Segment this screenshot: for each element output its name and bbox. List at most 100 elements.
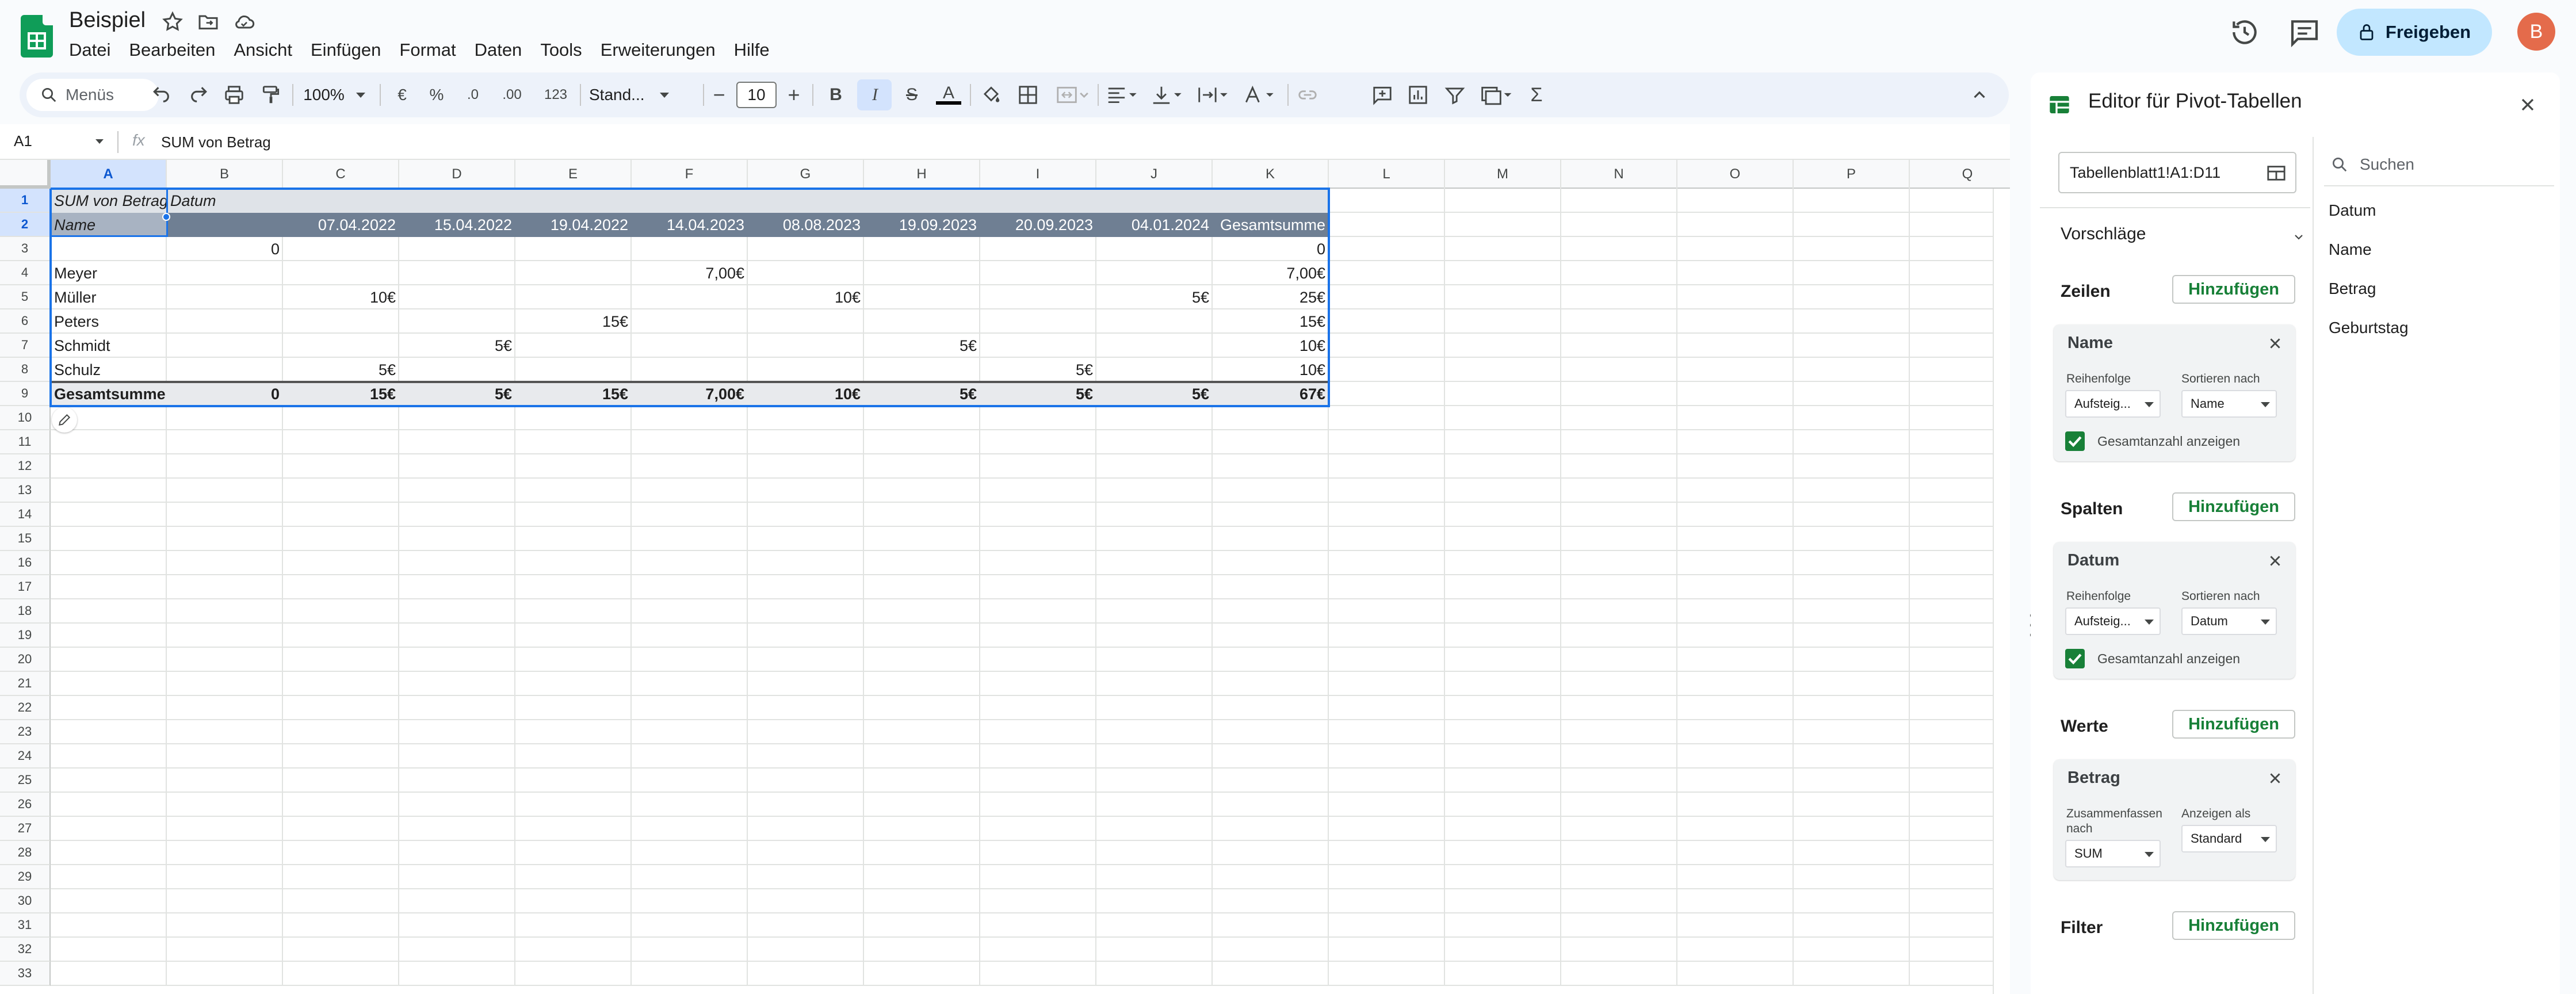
cloud-status-icon[interactable] (232, 10, 255, 33)
row-header-19[interactable]: 19 (0, 624, 51, 648)
suggestions-toggle[interactable]: Vorschläge (2061, 224, 2146, 244)
search-menus-input[interactable]: Menüs (26, 79, 159, 111)
column-order-select[interactable]: Aufsteig... (2065, 607, 2161, 635)
row-header-24[interactable]: 24 (0, 744, 51, 769)
field-item-geburtstag[interactable]: Geburtstag (2329, 319, 2409, 337)
row-header-25[interactable]: 25 (0, 769, 51, 793)
close-icon[interactable] (2517, 94, 2538, 115)
column-header-a[interactable]: A (51, 160, 167, 189)
select-range-icon[interactable] (2267, 165, 2286, 182)
remove-row-field-icon[interactable] (2268, 336, 2283, 351)
column-header-e[interactable]: E (515, 160, 632, 189)
print-icon[interactable] (223, 84, 245, 106)
column-header-o[interactable]: O (1677, 160, 1794, 189)
row-header-26[interactable]: 26 (0, 793, 51, 817)
vertical-scrollbar[interactable] (1993, 189, 2010, 994)
row-order-select[interactable]: Aufsteig... (2065, 390, 2161, 418)
field-item-name[interactable]: Name (2329, 240, 2372, 259)
field-item-datum[interactable]: Datum (2329, 201, 2376, 220)
format-currency-button[interactable]: € (388, 72, 416, 117)
row-header-28[interactable]: 28 (0, 841, 51, 865)
menu-format[interactable]: Format (390, 38, 465, 62)
chevron-up-icon[interactable] (1970, 85, 1989, 105)
insert-chart-icon[interactable] (1407, 84, 1429, 106)
column-header-f[interactable]: F (632, 160, 748, 189)
increase-font-size-button[interactable]: + (782, 72, 805, 117)
row-header-13[interactable]: 13 (0, 479, 51, 503)
row-show-totals-checkbox[interactable] (2065, 431, 2085, 451)
decrease-font-size-button[interactable]: − (708, 72, 731, 117)
bold-button[interactable]: B (821, 72, 850, 117)
row-header-17[interactable]: 17 (0, 575, 51, 599)
menu-einfuegen[interactable]: Einfügen (301, 38, 390, 62)
filter-views-icon[interactable] (1478, 84, 1515, 106)
column-header-q[interactable]: Q (1910, 160, 2010, 189)
row-header-21[interactable]: 21 (0, 672, 51, 696)
column-header-d[interactable]: D (399, 160, 515, 189)
menu-hilfe[interactable]: Hilfe (725, 38, 779, 62)
column-sort-select[interactable]: Datum (2181, 607, 2277, 635)
column-header-n[interactable]: N (1561, 160, 1677, 189)
row-header-33[interactable]: 33 (0, 962, 51, 986)
add-value-button[interactable]: Hinzufügen (2172, 710, 2295, 739)
row-header-14[interactable]: 14 (0, 503, 51, 527)
format-percent-button[interactable]: % (422, 72, 451, 117)
add-column-button[interactable]: Hinzufügen (2172, 492, 2295, 521)
functions-button[interactable]: Σ (1522, 72, 1551, 117)
avatar[interactable]: B (2517, 13, 2555, 51)
value-show-as-select[interactable]: Standard (2181, 825, 2277, 852)
italic-button[interactable]: I (861, 72, 889, 117)
increase-decimals-button[interactable]: .00 (495, 72, 529, 117)
column-header-b[interactable]: B (167, 160, 283, 189)
zoom-select[interactable]: 100% (297, 72, 372, 117)
formula-input[interactable]: SUM von Betrag (161, 133, 271, 151)
column-header-l[interactable]: L (1329, 160, 1445, 189)
menu-bearbeiten[interactable]: Bearbeiten (120, 38, 224, 62)
share-button[interactable]: Freigeben (2337, 9, 2492, 56)
column-header-h[interactable]: H (864, 160, 980, 189)
row-header-29[interactable]: 29 (0, 865, 51, 889)
row-header-18[interactable]: 18 (0, 599, 51, 624)
decrease-decimals-button[interactable]: .0 (457, 72, 489, 117)
menu-datei[interactable]: Datei (69, 38, 120, 62)
row-header-3[interactable]: 3 (0, 237, 51, 261)
menu-tools[interactable]: Tools (531, 38, 591, 62)
text-rotation-icon[interactable] (1243, 84, 1277, 106)
value-summarize-select[interactable]: SUM (2065, 840, 2161, 867)
row-header-27[interactable]: 27 (0, 817, 51, 841)
chevron-down-icon[interactable] (95, 139, 104, 144)
spreadsheet-grid[interactable]: ABCDEFGHIJKLMNOPQ 1 2 3 4 5 6 7 8 9 10 11 12 13 14 15 1… (0, 160, 2010, 994)
field-search-input[interactable]: Suchen (2324, 144, 2554, 186)
row-header-5[interactable]: 5 (0, 285, 51, 309)
name-box[interactable]: A1 (14, 132, 32, 150)
row-header-12[interactable]: 12 (0, 454, 51, 479)
strikethrough-button[interactable]: S (897, 72, 926, 117)
column-header-p[interactable]: P (1794, 160, 1910, 189)
column-header-j[interactable]: J (1096, 160, 1213, 189)
add-filter-button[interactable]: Hinzufügen (2172, 911, 2295, 940)
data-range-input[interactable]: Tabellenblatt1!A1:D11 (2058, 152, 2296, 193)
column-header-i[interactable]: I (980, 160, 1096, 189)
column-show-totals-checkbox[interactable] (2065, 649, 2085, 668)
row-header-11[interactable]: 11 (0, 430, 51, 454)
merge-cells-icon[interactable] (1055, 84, 1090, 106)
add-row-button[interactable]: Hinzufügen (2172, 275, 2295, 304)
row-sort-select[interactable]: Name (2181, 390, 2277, 418)
horizontal-align-icon[interactable] (1106, 84, 1140, 106)
column-header-g[interactable]: G (748, 160, 864, 189)
font-family-select[interactable]: Stand... (589, 72, 698, 117)
sheets-logo-icon[interactable] (21, 15, 53, 58)
fill-handle[interactable] (162, 213, 170, 221)
field-item-betrag[interactable]: Betrag (2329, 280, 2376, 298)
document-title[interactable]: Beispiel (69, 8, 146, 33)
row-header-20[interactable]: 20 (0, 648, 51, 672)
row-header-6[interactable]: 6 (0, 309, 51, 334)
row-header-31[interactable]: 31 (0, 913, 51, 938)
more-formats-button[interactable]: 123 (537, 72, 574, 117)
row-header-32[interactable]: 32 (0, 938, 51, 962)
row-header-2[interactable]: 2 (0, 213, 51, 237)
row-header-1[interactable]: 1 (0, 189, 51, 213)
row-header-7[interactable]: 7 (0, 334, 51, 358)
text-wrapping-icon[interactable] (1197, 84, 1231, 106)
vertical-align-icon[interactable] (1151, 84, 1185, 106)
